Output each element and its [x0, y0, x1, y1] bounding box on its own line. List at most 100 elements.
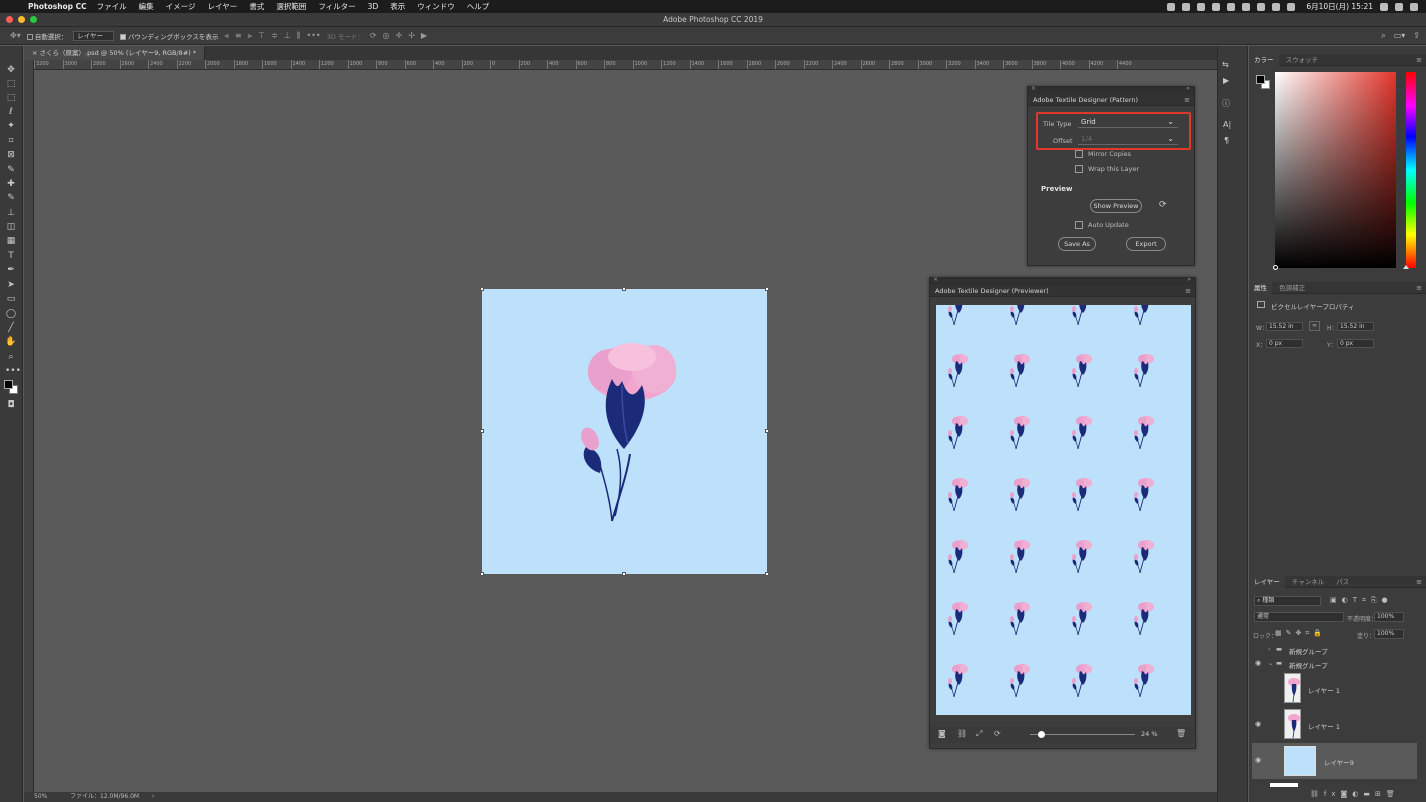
siri-icon[interactable] — [1395, 2, 1403, 11]
paragraph-panel-icon[interactable]: ¶ — [1224, 136, 1229, 145]
close-tab-icon[interactable]: × — [32, 49, 40, 57]
auto-select-checkbox[interactable]: 自動選択： — [26, 31, 67, 41]
p-icon[interactable] — [1227, 2, 1236, 11]
height-field[interactable]: 15.52 in — [1337, 322, 1374, 331]
3d-roll-icon[interactable]: ◎ — [383, 31, 390, 40]
blend-mode-select[interactable]: 通常 — [1254, 612, 1344, 622]
panel-menu-icon[interactable]: ≡ — [1416, 54, 1422, 66]
chevron-right-icon[interactable]: › — [152, 792, 154, 802]
eyedropper-tool-icon[interactable]: ✎ — [5, 164, 17, 176]
color-picker-cursor[interactable] — [1273, 265, 1278, 270]
refresh-icon[interactable]: ⟳ — [1159, 200, 1167, 210]
document-tab[interactable]: × さくら（原案）.psd @ 50% (レイヤー9, RGB/8#) * — [24, 46, 206, 60]
fit-screen-icon[interactable]: ⤢ — [976, 729, 982, 739]
color-picker-field[interactable] — [1275, 72, 1396, 268]
eraser-tool-icon[interactable]: ◫ — [5, 221, 17, 233]
skype-icon[interactable] — [1212, 2, 1221, 11]
offset-select[interactable]: 1/4 ⌄ — [1078, 133, 1178, 145]
more-options-icon[interactable]: ••• — [306, 31, 320, 40]
fill-field[interactable]: 100% — [1374, 629, 1404, 639]
panel-drag-bar[interactable]: × » — [930, 276, 1195, 285]
stamp-tool-icon[interactable]: ⊥ — [5, 207, 17, 219]
move-tool-icon[interactable]: ✥ — [5, 64, 17, 76]
panel-menu-icon[interactable]: ≡ — [1184, 94, 1190, 106]
document-canvas[interactable] — [480, 287, 769, 576]
marquee-tool-icon[interactable]: ⬚ — [5, 92, 17, 104]
chevron-right-icon[interactable]: › — [1268, 645, 1271, 653]
info-icon[interactable] — [1197, 2, 1206, 11]
align-center-icon[interactable]: ≡ — [235, 31, 242, 40]
path-select-tool-icon[interactable]: ➤ — [5, 279, 17, 291]
align-bottom-icon[interactable]: ⊥ — [284, 31, 291, 40]
layer-filter-icons[interactable]: ▣◐T⌗⎘● — [1330, 596, 1393, 605]
zoom-window-button[interactable] — [30, 16, 37, 23]
tab-paths[interactable]: パス — [1331, 576, 1354, 588]
menu-file[interactable]: ファイル — [97, 1, 127, 12]
panel-menu-icon[interactable]: ≡ — [1416, 576, 1422, 588]
layer-row[interactable]: レイヤー 1 — [1252, 672, 1417, 706]
tab-channels[interactable]: チャンネル — [1287, 576, 1329, 588]
align-middle-icon[interactable]: ≑ — [271, 31, 278, 40]
align-right-icon[interactable]: ⫸ — [248, 31, 253, 41]
hand-tool-icon[interactable]: ✋ — [5, 336, 17, 348]
text-tool-icon[interactable]: T — [5, 250, 17, 262]
layers-footer-icons[interactable]: ⛓fx◙◐▬⊞🗑 — [1310, 790, 1400, 798]
layer-row[interactable]: ◉ レイヤー 1 — [1252, 708, 1417, 742]
artboard-tool-icon[interactable]: ⬚ — [5, 78, 17, 90]
menu-layer[interactable]: レイヤー — [208, 1, 238, 12]
bluetooth-icon[interactable] — [1242, 2, 1251, 11]
tile-type-select[interactable]: Grid ⌄ — [1078, 116, 1178, 128]
line-tool-icon[interactable]: ╱ — [5, 322, 17, 334]
transform-handle[interactable] — [480, 287, 484, 291]
menu-help[interactable]: ヘルプ — [467, 1, 490, 12]
auto-update-checkbox[interactable]: Auto Update — [1075, 221, 1129, 229]
close-panel-icon[interactable]: × — [1031, 85, 1036, 92]
auto-select-target-select[interactable]: レイヤー — [73, 30, 115, 41]
menu-type[interactable]: 書式 — [249, 1, 264, 12]
workspace-icon[interactable]: ▭▾ — [1394, 31, 1406, 41]
transform-handle[interactable] — [480, 429, 484, 433]
eye-icon[interactable]: ◉ — [1255, 720, 1261, 728]
tab-swatches[interactable]: スウォッチ — [1281, 54, 1324, 66]
transform-handle[interactable] — [480, 572, 484, 576]
y-field[interactable]: 0 px — [1337, 339, 1374, 348]
transform-handle[interactable] — [765, 287, 769, 291]
3d-scale-icon[interactable]: ▶ — [421, 31, 427, 40]
zoom-slider-track[interactable] — [1030, 734, 1135, 735]
menu-image[interactable]: イメージ — [166, 1, 196, 12]
align-top-icon[interactable]: ⊤ — [258, 31, 265, 40]
3d-orbit-icon[interactable]: ⟳ — [370, 31, 377, 40]
history-icon[interactable]: ⇆ — [1222, 60, 1229, 69]
menu-app-name[interactable]: Photoshop CC — [28, 2, 87, 11]
tab-adjustments[interactable]: 色調補正 — [1274, 282, 1310, 294]
layer-row[interactable]: ◉ ⌄ ▬ 新規グループ — [1252, 658, 1417, 671]
minimize-window-button[interactable] — [18, 16, 25, 23]
frame-tool-icon[interactable]: ⊠ — [5, 149, 17, 161]
pen-tool-icon[interactable]: ✒ — [5, 264, 17, 276]
dropbox-icon[interactable] — [1182, 2, 1191, 11]
hue-slider[interactable] — [1406, 72, 1416, 268]
cloud-icon[interactable] — [1167, 2, 1176, 11]
refresh-icon[interactable]: ⟳ — [994, 729, 1001, 738]
notification-center-icon[interactable] — [1410, 2, 1418, 11]
healing-tool-icon[interactable]: ✚ — [5, 178, 17, 190]
brush-tool-icon[interactable]: ✎ — [5, 192, 17, 204]
layer-filter-select[interactable]: ⌕ 種類 — [1254, 596, 1321, 606]
export-button[interactable]: Export — [1126, 237, 1166, 251]
foreground-color-swatch[interactable] — [4, 380, 13, 389]
panel-menu-icon[interactable]: ≡ — [1416, 282, 1422, 294]
chevron-down-icon[interactable]: ⌄ — [1268, 659, 1273, 667]
character-panel-icon[interactable]: A| — [1223, 120, 1231, 129]
hue-marker[interactable] — [1403, 265, 1409, 269]
zoom-slider-handle[interactable] — [1037, 731, 1045, 738]
spotlight-icon[interactable] — [1380, 2, 1388, 11]
rectangle-tool-icon[interactable]: ▭ — [5, 293, 17, 305]
link-icon[interactable]: ⛓ — [957, 729, 967, 738]
distribute-icon[interactable]: ⫼ — [297, 31, 301, 41]
collapse-panel-icon[interactable]: » — [1187, 276, 1191, 283]
3d-slide-icon[interactable]: ✢ — [408, 31, 415, 40]
save-as-button[interactable]: Save As — [1058, 237, 1096, 251]
magic-wand-tool-icon[interactable]: ✦ — [5, 120, 17, 132]
color-foreground-swatch[interactable] — [1256, 75, 1265, 84]
x-field[interactable]: 0 px — [1266, 339, 1303, 348]
